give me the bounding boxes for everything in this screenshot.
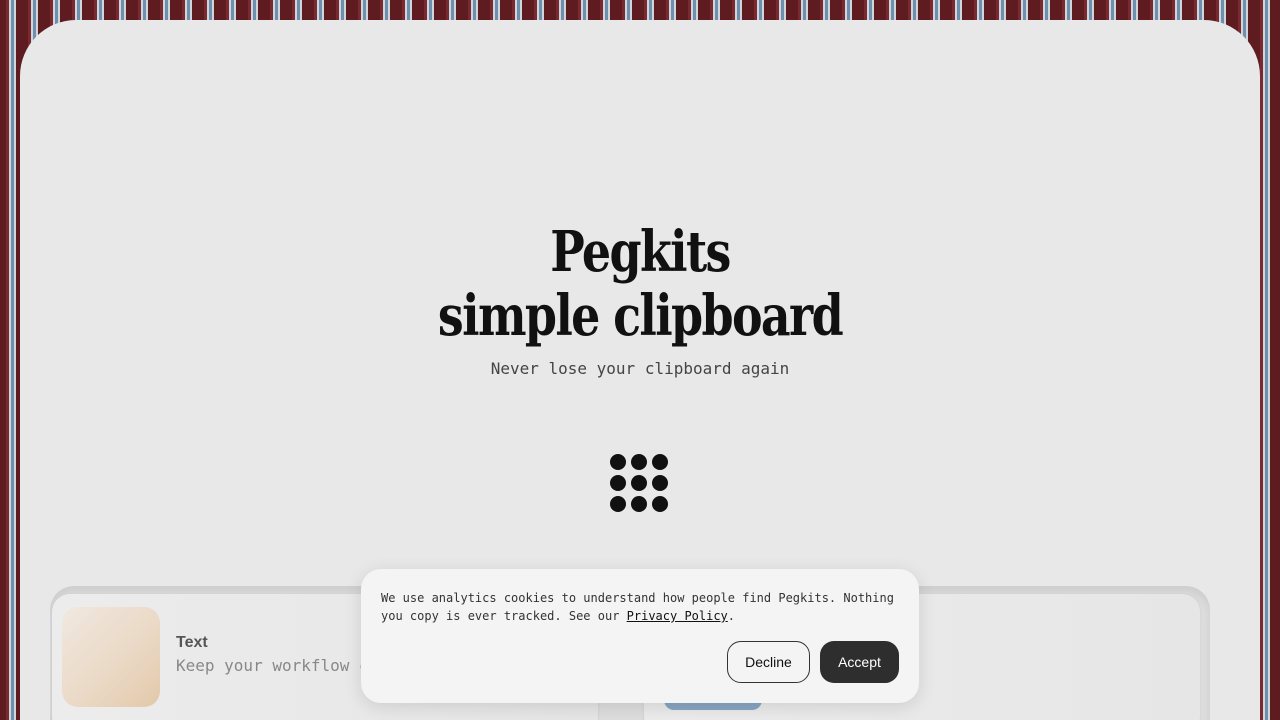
cookie-message: We use analytics cookies to understand h…: [381, 589, 901, 625]
title-line-1: Pegkits: [550, 219, 731, 285]
accept-button[interactable]: Accept: [820, 641, 899, 683]
clip-kind-label: Text: [176, 634, 208, 651]
page-title: Pegkits simple clipboard: [132, 220, 1149, 348]
clip-description: Keep your workflow c: [176, 656, 369, 675]
clip-thumbnail: [62, 607, 160, 707]
cookie-banner: We use analytics cookies to understand h…: [361, 569, 919, 703]
privacy-policy-link[interactable]: Privacy Policy: [627, 609, 728, 623]
cookie-message-end: .: [727, 609, 736, 623]
decline-button[interactable]: Decline: [727, 641, 810, 683]
nine-dot-grid-icon: [610, 454, 670, 514]
tagline: Never lose your clipboard again: [490, 359, 790, 378]
title-line-2: simple clipboard: [437, 283, 844, 349]
